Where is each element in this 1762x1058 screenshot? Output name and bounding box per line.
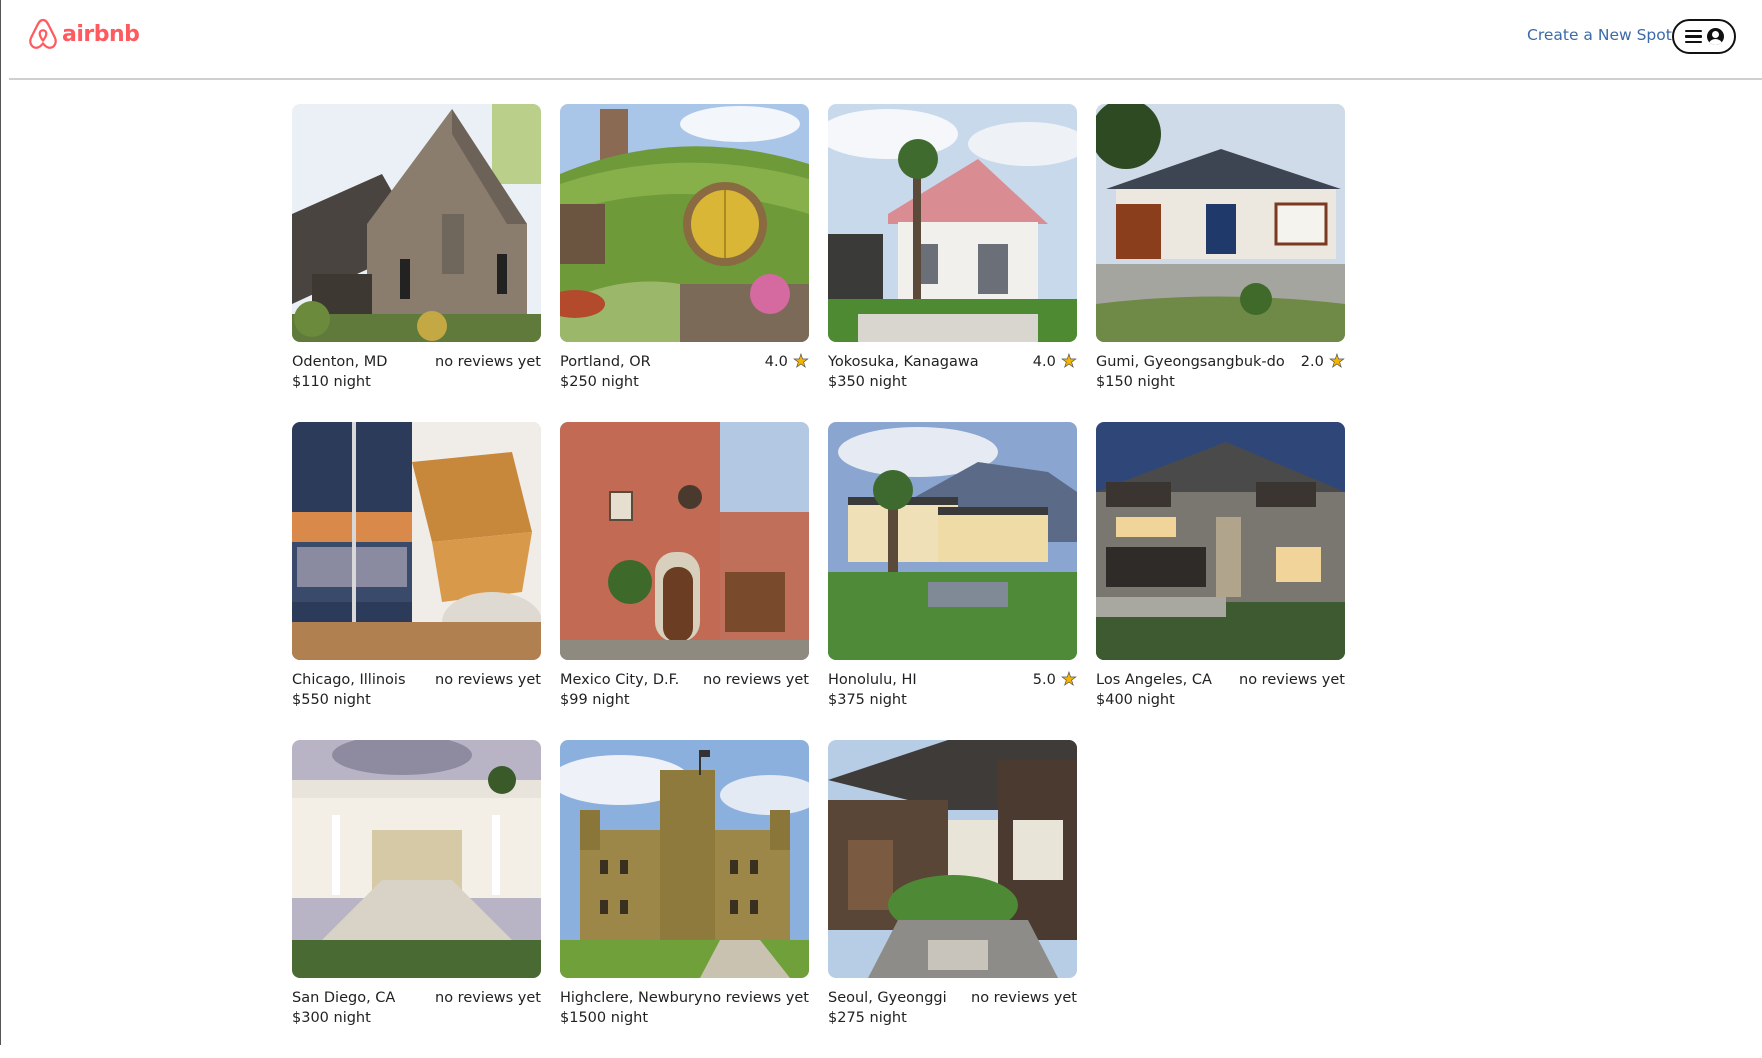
spot-image: [1096, 422, 1345, 660]
spot-price: $99 night: [560, 692, 630, 708]
spot-card[interactable]: Highclere, Newbury no reviews yet $1500 …: [560, 740, 809, 1058]
spot-location: Gumi, Gyeongsangbuk-do: [1096, 354, 1285, 370]
header-divider: [9, 78, 1762, 80]
spot-rating: no reviews yet: [435, 672, 541, 688]
spot-rating: no reviews yet: [1239, 672, 1345, 688]
spot-price: $400 night: [1096, 692, 1175, 708]
spot-location: Portland, OR: [560, 354, 651, 370]
home-logo[interactable]: airbnb: [28, 17, 140, 51]
spot-card[interactable]: Odenton, MD no reviews yet $110 night: [292, 104, 541, 422]
spot-card[interactable]: Mexico City, D.F. no reviews yet $99 nig…: [560, 422, 809, 740]
spot-card[interactable]: Chicago, Illinois no reviews yet $550 ni…: [292, 422, 541, 740]
profile-menu-button[interactable]: [1672, 19, 1736, 54]
spot-price: $300 night: [292, 1010, 371, 1026]
spot-location: Mexico City, D.F.: [560, 672, 680, 688]
spot-image: [560, 422, 809, 660]
spot-image: [828, 740, 1077, 978]
logo-text: airbnb: [62, 21, 140, 47]
airbnb-logo-icon: [29, 18, 57, 49]
spot-location: Yokosuka, Kanagawa: [828, 354, 979, 370]
spot-price: $1500 night: [560, 1010, 649, 1026]
spot-price: $150 night: [1096, 374, 1175, 390]
spot-card[interactable]: Seoul, Gyeonggi no reviews yet $275 nigh…: [828, 740, 1077, 1058]
spot-image: [560, 740, 809, 978]
spot-price: $250 night: [560, 374, 639, 390]
spot-rating: no reviews yet: [703, 990, 809, 1006]
spot-location: Seoul, Gyeonggi: [828, 990, 947, 1006]
spot-price: $275 night: [828, 1010, 907, 1026]
spot-card[interactable]: Los Angeles, CA no reviews yet $400 nigh…: [1096, 422, 1345, 740]
spot-rating: 4.0 ★: [764, 351, 810, 372]
spot-price: $110 night: [292, 374, 371, 390]
spot-image: [828, 104, 1077, 342]
spot-image: [828, 422, 1077, 660]
star-icon: ★: [1060, 351, 1078, 372]
spot-price: $550 night: [292, 692, 371, 708]
spot-rating: no reviews yet: [703, 672, 809, 688]
spot-location: San Diego, CA: [292, 990, 396, 1006]
spot-location: Honolulu, HI: [828, 672, 917, 688]
top-nav: airbnb Create a New Spot: [0, 0, 1762, 79]
spot-image: [292, 422, 541, 660]
spots-grid: Odenton, MD no reviews yet $110 night Po…: [292, 104, 1345, 1058]
star-icon: ★: [792, 351, 810, 372]
spot-image: [292, 104, 541, 342]
spot-card[interactable]: San Diego, CA no reviews yet $300 night: [292, 740, 541, 1058]
spot-location: Chicago, Illinois: [292, 672, 406, 688]
spot-card[interactable]: Honolulu, HI 5.0 ★ $375 night: [828, 422, 1077, 740]
spot-image: [560, 104, 809, 342]
spot-rating: 4.0 ★: [1032, 351, 1078, 372]
spot-rating: 5.0 ★: [1032, 669, 1078, 690]
spot-rating: no reviews yet: [435, 354, 541, 370]
spot-card[interactable]: Yokosuka, Kanagawa 4.0 ★ $350 night: [828, 104, 1077, 422]
create-spot-link[interactable]: Create a New Spot: [1527, 26, 1672, 44]
spot-rating: no reviews yet: [971, 990, 1077, 1006]
spot-price: $350 night: [828, 374, 907, 390]
spot-location: Highclere, Newbury: [560, 990, 703, 1006]
star-icon: ★: [1328, 351, 1346, 372]
spot-card[interactable]: Gumi, Gyeongsangbuk-do 2.0 ★ $150 night: [1096, 104, 1345, 422]
spot-card[interactable]: Portland, OR 4.0 ★ $250 night: [560, 104, 809, 422]
spot-rating: no reviews yet: [435, 990, 541, 1006]
spot-image: [292, 740, 541, 978]
star-icon: ★: [1060, 669, 1078, 690]
spot-location: Los Angeles, CA: [1096, 672, 1212, 688]
spot-location: Odenton, MD: [292, 354, 388, 370]
user-icon: [1706, 28, 1724, 45]
spot-image: [1096, 104, 1345, 342]
spot-price: $375 night: [828, 692, 907, 708]
hamburger-icon: [1684, 29, 1702, 44]
spot-rating: 2.0 ★: [1300, 351, 1346, 372]
